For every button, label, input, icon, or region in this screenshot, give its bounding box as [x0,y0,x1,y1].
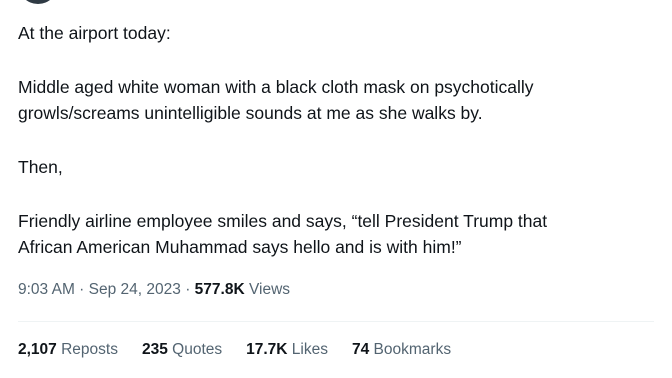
quotes-label: Quotes [167,341,223,358]
meta-separator: · [74,281,89,298]
tweet-line: growls/screams unintelligible sounds at … [18,103,483,123]
tweet-date: Sep 24, 2023 [88,281,181,298]
tweet-line: Middle aged white woman with a black clo… [18,77,534,97]
likes-label: Likes [287,341,328,358]
reposts-stat[interactable]: 2,107 Reposts [18,341,118,359]
reposts-count: 2,107 [18,341,57,358]
tweet-line: At the airport today: [18,23,171,43]
quotes-count: 235 [141,341,168,358]
bookmarks-stat[interactable]: 74 Bookmarks [352,341,451,359]
tweet-line: Friendly airline employee smiles and say… [18,211,548,231]
tweet-meta: 9:03 AM · Sep 24, 2023 · 577.8K Views [18,281,290,299]
tweet-text: At the airport today: Middle aged white … [18,20,658,260]
likes-stat[interactable]: 17.7K Likes [246,341,328,359]
meta-separator: · [180,281,195,298]
reposts-label: Reposts [56,341,118,358]
avatar[interactable] [18,0,58,4]
tweet-time: 9:03 AM [18,281,75,298]
likes-count: 17.7K [246,341,288,358]
divider [18,321,654,322]
views-label: Views [244,281,291,298]
tweet-line: Then, [18,157,63,177]
tweet-line: African American Muhammad says hello and… [18,237,462,257]
quotes-stat[interactable]: 235 Quotes [142,341,222,359]
tweet-timestamp[interactable]: 9:03 AM · Sep 24, 2023 [18,281,181,298]
bookmarks-count: 74 [352,341,370,358]
bookmarks-label: Bookmarks [369,341,452,358]
engagement-stats: 2,107 Reposts 235 Quotes 17.7K Likes 74 … [18,341,451,359]
views-count: 577.8K [194,281,245,298]
